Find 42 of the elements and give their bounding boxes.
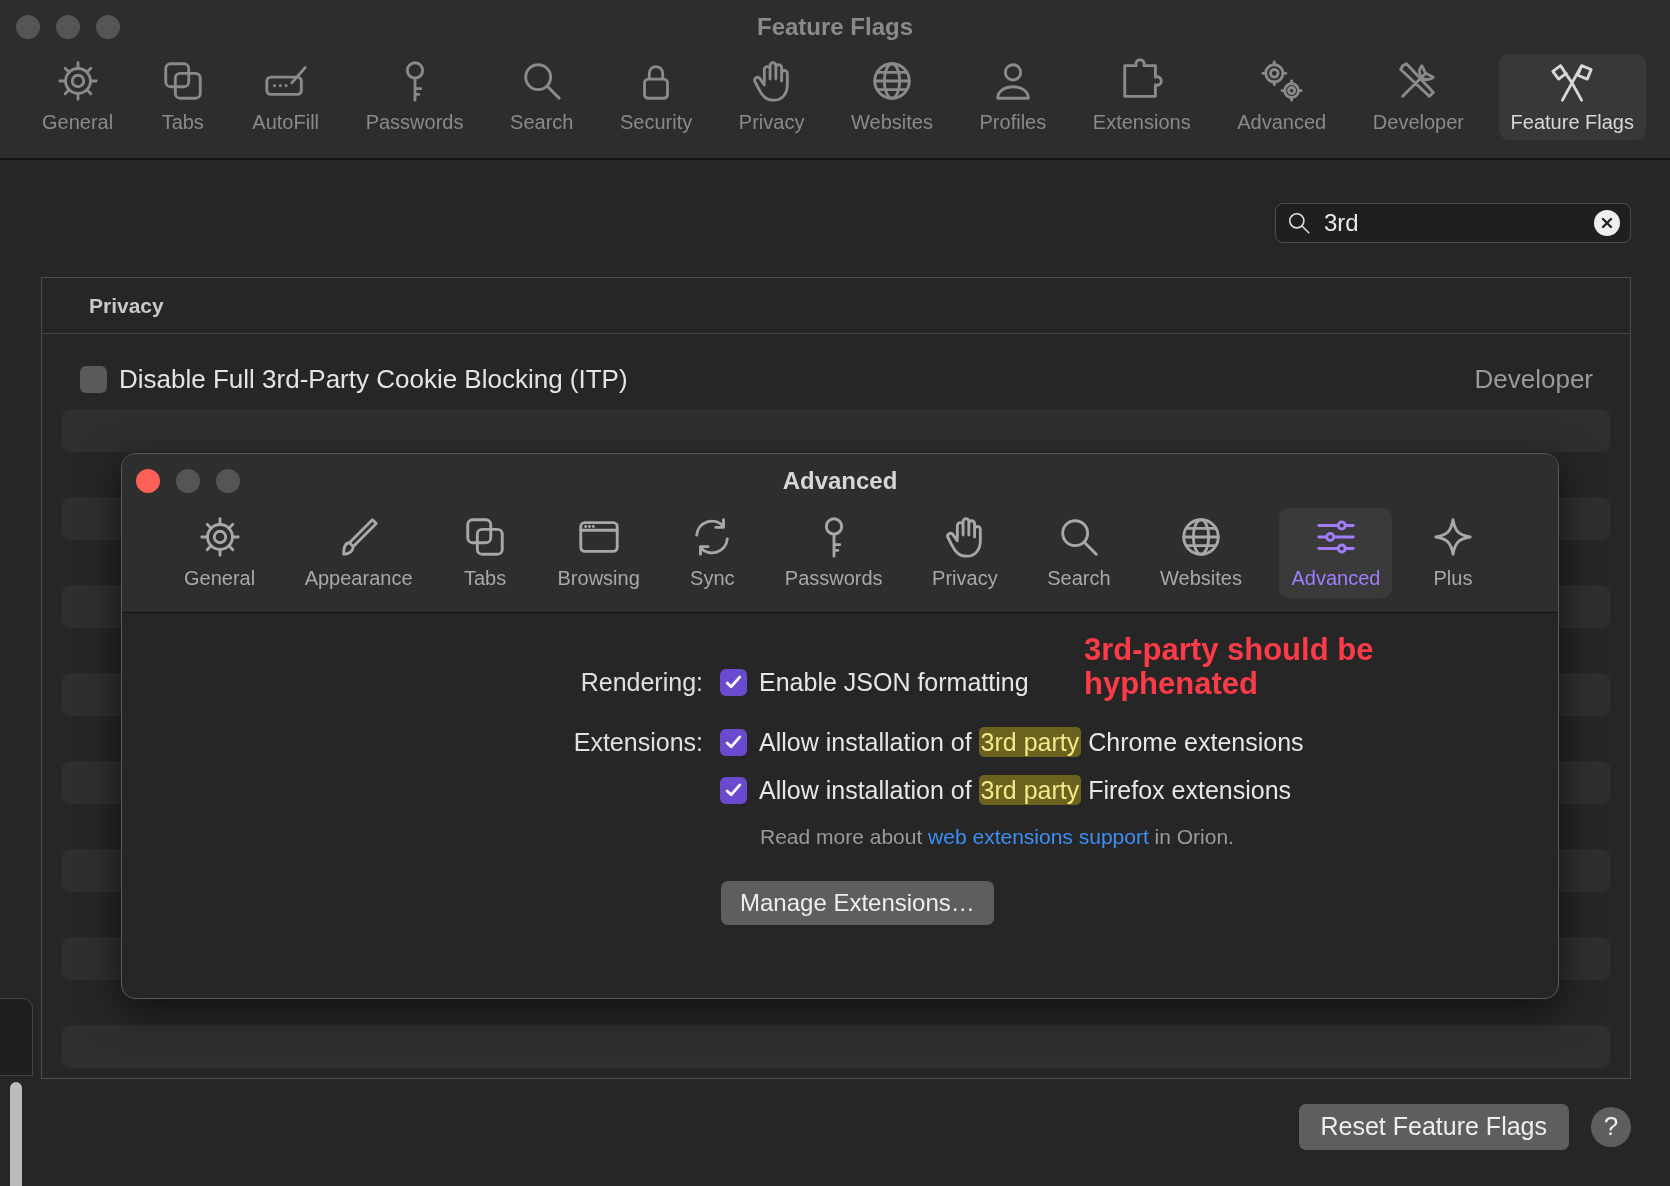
- toolbar-tab[interactable]: Advanced: [1225, 54, 1339, 140]
- toolbar-tab[interactable]: Tabs: [147, 54, 218, 140]
- window-title: Feature Flags: [757, 12, 913, 42]
- toolbar-tab[interactable]: Browsing: [545, 508, 652, 598]
- search-input[interactable]: 3rd: [1324, 205, 1582, 241]
- flag-category: Developer: [1474, 363, 1593, 396]
- toolbar-tab[interactable]: Privacy: [920, 508, 1010, 598]
- toolbar-tab[interactable]: General: [172, 508, 268, 598]
- help-button[interactable]: ?: [1591, 1106, 1631, 1147]
- link[interactable]: web extensions support: [928, 825, 1149, 848]
- search-field[interactable]: 3rd: [1275, 203, 1631, 243]
- flag-label: Disable Full 3rd-Party Cookie Blocking (ITP): [119, 363, 628, 396]
- window-title: Advanced: [782, 466, 898, 496]
- toolbar-tab[interactable]: Advanced: [1279, 508, 1393, 598]
- option-label: Allow installation of 3rd party Firefox extensions: [759, 774, 1292, 807]
- toolbar-tab[interactable]: General: [30, 54, 126, 140]
- toolbar-tab[interactable]: Passwords: [353, 54, 476, 140]
- setting-label: Rendering:: [579, 667, 704, 698]
- toolbar-tab[interactable]: Plus: [1417, 508, 1488, 598]
- toolbar-tab[interactable]: Security: [608, 54, 705, 140]
- toolbar-tab[interactable]: Feature Flags: [1498, 54, 1646, 140]
- toolbar-tab[interactable]: Profiles: [967, 54, 1059, 140]
- toolbar-tab[interactable]: Developer: [1360, 54, 1476, 140]
- reset-button[interactable]: Reset Feature Flags: [1298, 1104, 1569, 1150]
- toolbar-tab[interactable]: Websites: [1148, 508, 1254, 598]
- setting-label: Extensions:: [572, 727, 704, 758]
- toolbar-tab[interactable]: Websites: [839, 54, 945, 140]
- toolbar-tab[interactable]: AutoFill: [240, 54, 332, 140]
- annotation-text: 3rd-party should be hyphenated: [1084, 633, 1375, 702]
- option-label: Enable JSON formatting: [759, 667, 1029, 698]
- toolbar-tab[interactable]: Passwords: [772, 508, 895, 598]
- toolbar-tab[interactable]: Search: [1035, 508, 1123, 598]
- manage-extensions-button[interactable]: Manage Extensions…: [721, 880, 994, 925]
- toolbar-tab[interactable]: Search: [498, 54, 586, 140]
- section-title: Privacy: [42, 278, 1630, 334]
- toolbar-tab[interactable]: Privacy: [726, 54, 817, 140]
- toolbar-tab[interactable]: Appearance: [292, 508, 425, 598]
- option-label: Allow installation of 3rd party Chrome extensions: [759, 726, 1304, 759]
- toolbar-tab[interactable]: Extensions: [1080, 54, 1203, 140]
- help-text: Read more about web extensions support in Orion.: [760, 824, 1235, 850]
- toolbar-tab[interactable]: Sync: [677, 508, 748, 598]
- toolbar-tab[interactable]: Tabs: [450, 508, 521, 598]
